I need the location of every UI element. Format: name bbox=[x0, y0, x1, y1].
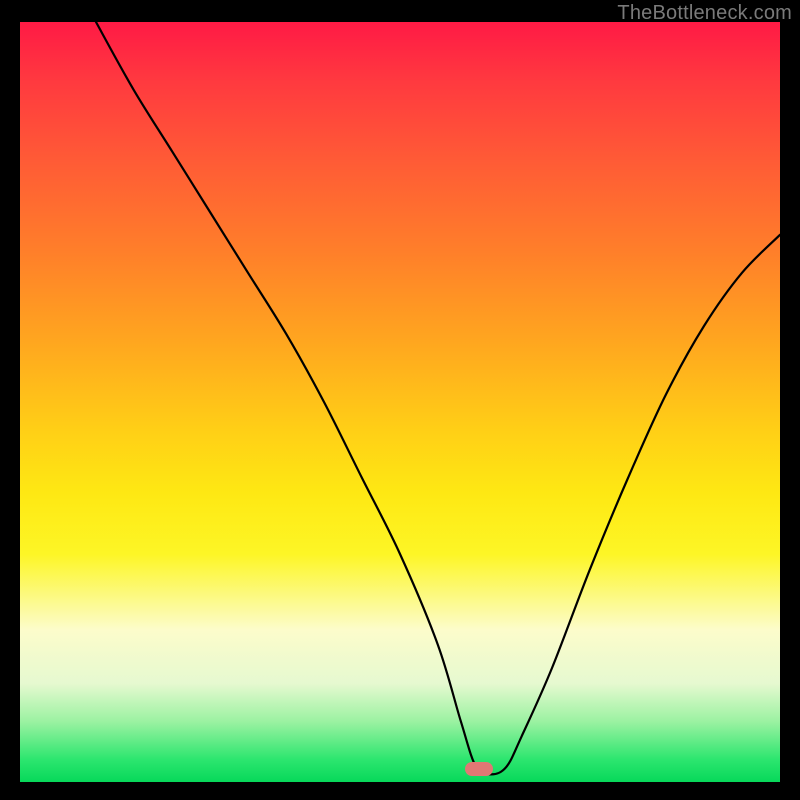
watermark-text: TheBottleneck.com bbox=[617, 2, 792, 25]
curve-path bbox=[96, 22, 780, 774]
plot-area bbox=[20, 22, 780, 782]
optimal-marker bbox=[465, 762, 493, 776]
bottleneck-curve bbox=[20, 22, 780, 782]
chart-frame: TheBottleneck.com bbox=[0, 0, 800, 800]
